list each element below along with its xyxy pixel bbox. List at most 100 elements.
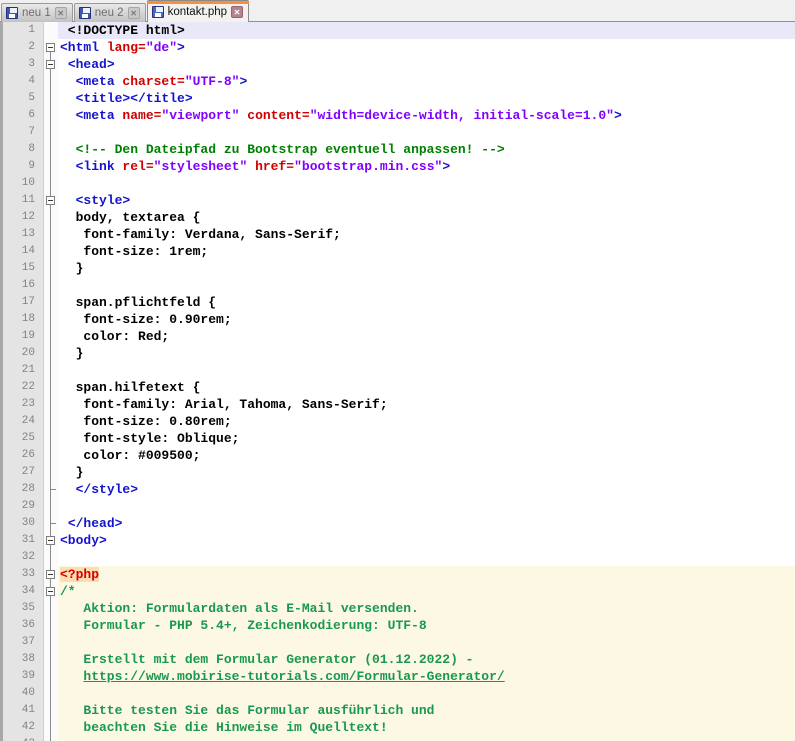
fold-margin bbox=[44, 345, 58, 362]
code-line[interactable]: 29 bbox=[3, 498, 795, 515]
code-line[interactable]: 41 Bitte testen Sie das Formular ausführ… bbox=[3, 702, 795, 719]
fold-collapse-icon[interactable] bbox=[46, 536, 55, 545]
code-token bbox=[60, 669, 83, 684]
code-line[interactable]: 33<?php bbox=[3, 566, 795, 583]
code-line[interactable]: 23 font-family: Arial, Tahoma, Sans-Seri… bbox=[3, 396, 795, 413]
code-text: font-family: Verdana, Sans-Serif; bbox=[58, 226, 795, 243]
code-token: "width=device-width, initial-scale=1.0" bbox=[310, 108, 614, 123]
code-line[interactable]: 7 bbox=[3, 124, 795, 141]
code-line[interactable]: 2<html lang="de"> bbox=[3, 39, 795, 56]
tab-neu-1[interactable]: neu 1 ✕ bbox=[1, 3, 73, 22]
code-line[interactable]: 43 bbox=[3, 736, 795, 741]
code-line[interactable]: 9 <link rel="stylesheet" href="bootstrap… bbox=[3, 158, 795, 175]
close-icon[interactable]: ✕ bbox=[55, 7, 67, 19]
fold-collapse-icon[interactable] bbox=[46, 60, 55, 69]
code-token: name= bbox=[122, 108, 161, 123]
code-line[interactable]: 4 <meta charset="UTF-8"> bbox=[3, 73, 795, 90]
code-token bbox=[60, 159, 76, 174]
code-line[interactable]: 15 } bbox=[3, 260, 795, 277]
code-token: "UTF-8" bbox=[185, 74, 240, 89]
code-line[interactable]: 36 Formular - PHP 5.4+, Zeichenkodierung… bbox=[3, 617, 795, 634]
code-line[interactable]: 14 font-size: 1rem; bbox=[3, 243, 795, 260]
code-line[interactable]: 25 font-style: Oblique; bbox=[3, 430, 795, 447]
fold-collapse-icon[interactable] bbox=[46, 196, 55, 205]
code-line[interactable]: 32 bbox=[3, 549, 795, 566]
fold-collapse-icon[interactable] bbox=[46, 587, 55, 596]
code-line[interactable]: 11 <style> bbox=[3, 192, 795, 209]
code-text: <link rel="stylesheet" href="bootstrap.m… bbox=[58, 158, 795, 175]
line-number: 4 bbox=[3, 73, 44, 90]
code-line[interactable]: 21 bbox=[3, 362, 795, 379]
code-line[interactable]: 28 </style> bbox=[3, 481, 795, 498]
code-text: <html lang="de"> bbox=[58, 39, 795, 56]
code-text: <head> bbox=[58, 56, 795, 73]
code-token: <meta bbox=[76, 74, 123, 89]
code-text bbox=[58, 362, 795, 379]
code-line[interactable]: 24 font-size: 0.80rem; bbox=[3, 413, 795, 430]
code-line[interactable]: 20 } bbox=[3, 345, 795, 362]
code-line[interactable]: 22 span.hilfetext { bbox=[3, 379, 795, 396]
line-number: 43 bbox=[3, 736, 44, 741]
save-icon bbox=[152, 6, 164, 18]
close-icon[interactable]: ✕ bbox=[128, 7, 140, 19]
fold-margin bbox=[44, 328, 58, 345]
code-line[interactable]: 39 https://www.mobirise-tutorials.com/Fo… bbox=[3, 668, 795, 685]
code-token: <title></title> bbox=[76, 91, 193, 106]
close-icon[interactable]: ✕ bbox=[231, 6, 243, 18]
tab-neu-2[interactable]: neu 2 ✕ bbox=[74, 3, 146, 22]
code-line[interactable]: 35 Aktion: Formulardaten als E-Mail vers… bbox=[3, 600, 795, 617]
code-line[interactable]: 16 bbox=[3, 277, 795, 294]
code-token: "stylesheet" bbox=[154, 159, 248, 174]
code-line[interactable]: 30 </head> bbox=[3, 515, 795, 532]
code-token: font-size: 0.90rem; bbox=[60, 312, 232, 327]
fold-collapse-icon[interactable] bbox=[46, 570, 55, 579]
code-token: > bbox=[177, 40, 185, 55]
code-text: color: #009500; bbox=[58, 447, 795, 464]
code-token: } bbox=[60, 261, 83, 276]
fold-margin bbox=[44, 175, 58, 192]
code-line[interactable]: 5 <title></title> bbox=[3, 90, 795, 107]
code-line[interactable]: 8 <!-- Den Dateipfad zu Bootstrap eventu… bbox=[3, 141, 795, 158]
code-line[interactable]: 38 Erstellt mit dem Formular Generator (… bbox=[3, 651, 795, 668]
fold-margin bbox=[44, 39, 58, 56]
code-text: Bitte testen Sie das Formular ausführlic… bbox=[58, 702, 795, 719]
code-text: </style> bbox=[58, 481, 795, 498]
fold-margin bbox=[44, 124, 58, 141]
code-line[interactable]: 3 <head> bbox=[3, 56, 795, 73]
code-line[interactable]: 37 bbox=[3, 634, 795, 651]
code-area[interactable]: 1 <!DOCTYPE html>2<html lang="de">3 <hea… bbox=[0, 22, 795, 741]
fold-collapse-icon[interactable] bbox=[46, 43, 55, 52]
code-text: span.pflichtfeld { bbox=[58, 294, 795, 311]
fold-margin bbox=[44, 107, 58, 124]
line-number: 32 bbox=[3, 549, 44, 566]
code-line[interactable]: 6 <meta name="viewport" content="width=d… bbox=[3, 107, 795, 124]
line-number: 24 bbox=[3, 413, 44, 430]
code-token: > bbox=[442, 159, 450, 174]
code-line[interactable]: 1 <!DOCTYPE html> bbox=[3, 22, 795, 39]
code-line[interactable]: 19 color: Red; bbox=[3, 328, 795, 345]
fold-margin bbox=[44, 600, 58, 617]
line-number: 10 bbox=[3, 175, 44, 192]
line-number: 8 bbox=[3, 141, 44, 158]
code-line[interactable]: 34/* bbox=[3, 583, 795, 600]
code-line[interactable]: 18 font-size: 0.90rem; bbox=[3, 311, 795, 328]
code-text bbox=[58, 736, 795, 741]
fold-margin bbox=[44, 209, 58, 226]
code-line[interactable]: 42 beachten Sie die Hinweise im Quelltex… bbox=[3, 719, 795, 736]
line-number: 19 bbox=[3, 328, 44, 345]
code-line[interactable]: 13 font-family: Verdana, Sans-Serif; bbox=[3, 226, 795, 243]
code-line[interactable]: 31<body> bbox=[3, 532, 795, 549]
code-line[interactable]: 40 bbox=[3, 685, 795, 702]
tab-kontakt-php[interactable]: kontakt.php ✕ bbox=[147, 0, 249, 22]
code-line[interactable]: 26 color: #009500; bbox=[3, 447, 795, 464]
code-line[interactable]: 10 bbox=[3, 175, 795, 192]
code-token bbox=[60, 142, 76, 157]
code-token: } bbox=[60, 346, 83, 361]
code-line[interactable]: 17 span.pflichtfeld { bbox=[3, 294, 795, 311]
fold-margin bbox=[44, 583, 58, 600]
line-number: 1 bbox=[3, 22, 44, 39]
code-text: <!DOCTYPE html> bbox=[58, 22, 795, 39]
line-number: 21 bbox=[3, 362, 44, 379]
code-line[interactable]: 12 body, textarea { bbox=[3, 209, 795, 226]
code-line[interactable]: 27 } bbox=[3, 464, 795, 481]
